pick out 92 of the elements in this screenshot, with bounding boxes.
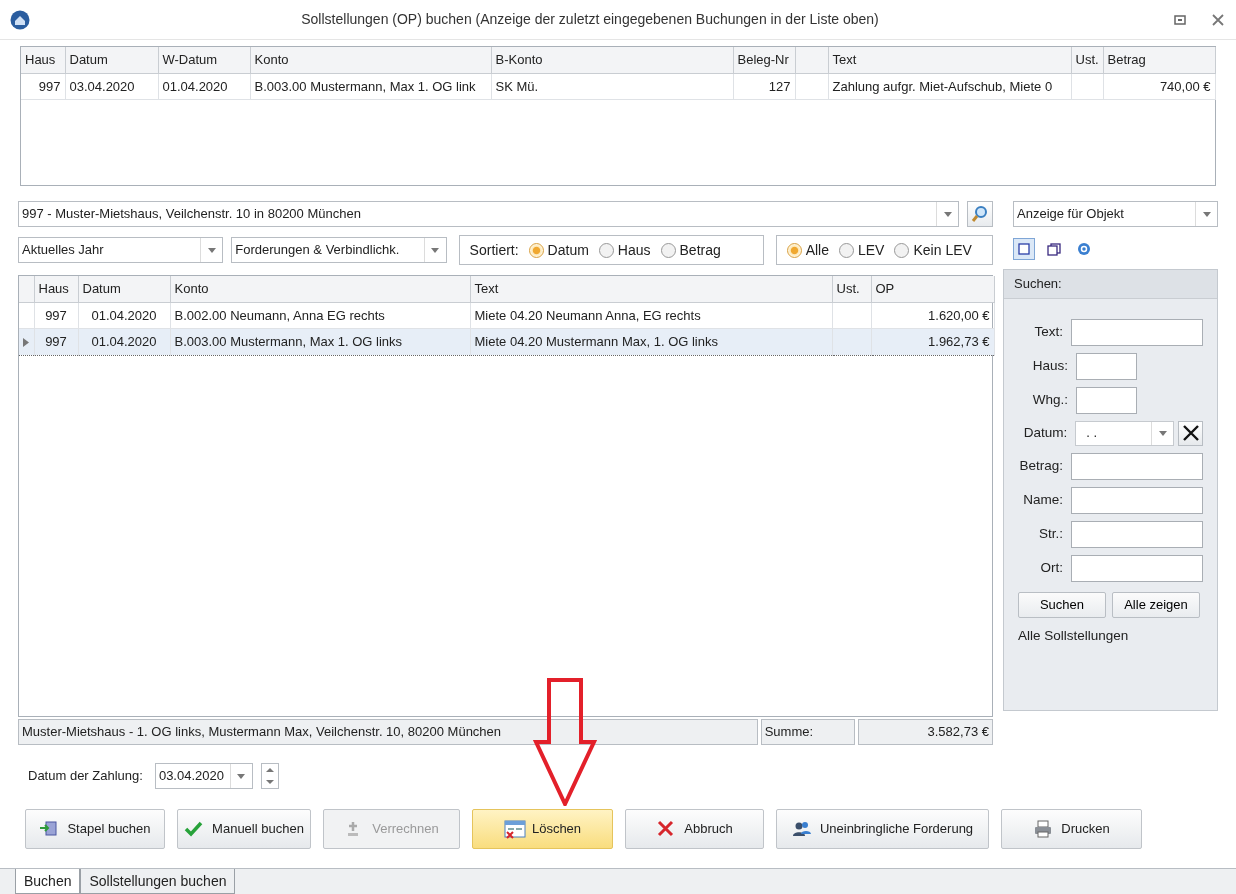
date-field[interactable]: . . <box>1075 420 1175 446</box>
type-select[interactable]: Forderungen & Verbindlichk. <box>231 237 447 263</box>
payment-date-field[interactable]: 03.04.2020 <box>154 763 253 789</box>
column-header[interactable]: Text <box>828 47 1071 73</box>
single-view-icon[interactable] <box>1013 238 1035 260</box>
table-row[interactable]: 997 01.04.2020 B.002.00 Neumann, Anna EG rechts Miete 04.20 Neumann Anna, EG rechts 1.620,00 € <box>19 302 994 329</box>
column-header[interactable]: Text <box>470 276 832 302</box>
field-label: Str.: <box>1038 524 1063 543</box>
column-header[interactable]: Ust. <box>1071 47 1103 73</box>
result-label: Alle Sollstellungen <box>1017 626 1130 645</box>
column-header[interactable]: Datum <box>65 47 158 73</box>
table-cell: Zahlung aufgr. Miet-Aufschub, Miete 0 <box>828 73 1071 100</box>
field-label: Whg.: <box>1031 390 1068 409</box>
column-header[interactable]: Konto <box>170 276 470 302</box>
search-icon <box>971 205 989 223</box>
input-field[interactable] <box>1071 520 1203 548</box>
table-cell: 1.962,73 € <box>871 328 994 355</box>
input-field[interactable] <box>1076 352 1137 380</box>
column-header[interactable]: Haus <box>34 276 78 302</box>
payment-date-label: Datum der Zahlung: <box>28 767 143 786</box>
address-status: Muster-Mietshaus - 1. OG links, Mustermann Max, Veilchenstr. 10, 80200 München <box>18 719 758 745</box>
search-panel-button[interactable]: Alle zeigen <box>1112 591 1200 618</box>
table-cell: Miete 04.20 Neumann Anna, EG rechts <box>470 302 832 329</box>
bottom-tab[interactable]: Sollstellungen buchen <box>80 869 236 894</box>
radio-option[interactable]: Datum <box>528 239 589 261</box>
radio-option[interactable]: Haus <box>598 239 651 261</box>
field-label: Datum: <box>1022 423 1068 442</box>
table-cell: 127 <box>733 73 795 100</box>
table-cell: B.002.00 Neumann, Anna EG rechts <box>170 302 470 329</box>
table-cell: B.003.00 Mustermann, Max 1. OG links <box>170 328 470 355</box>
table-cell: B.003.00 Mustermann, Max 1. OG link <box>250 73 491 100</box>
table-cell: 01.04.2020 <box>158 73 250 100</box>
field-label: Ort: <box>1039 558 1063 577</box>
field-label: Betrag: <box>1018 456 1063 475</box>
field-label: Haus: <box>1031 356 1068 375</box>
sum-label: Summe: <box>760 719 856 745</box>
search-panel-button[interactable]: Suchen <box>1018 591 1106 618</box>
input-field[interactable] <box>1071 452 1203 480</box>
checkmark-icon <box>184 819 205 839</box>
table-cell: 01.04.2020 <box>78 302 170 329</box>
sum-value: 3.582,73 € <box>858 719 993 745</box>
column-header[interactable]: Haus <box>21 47 65 73</box>
column-header[interactable]: Konto <box>250 47 491 73</box>
table-cell: 03.04.2020 <box>65 73 158 100</box>
table-cell: Miete 04.20 Mustermann Max, 1. OG links <box>470 328 832 355</box>
action-button[interactable]: Löschen <box>472 809 613 849</box>
table-cell: SK Mü. <box>491 73 733 100</box>
table-row[interactable]: 997 01.04.2020 B.003.00 Mustermann, Max 1. OG links Miete 04.20 Mustermann Max, 1. OG links 1.962,73 € <box>19 328 994 355</box>
display-select[interactable]: Anzeige für Objekt <box>1013 201 1218 227</box>
table-cell: 997 <box>21 73 65 100</box>
column-header[interactable]: W-Datum <box>158 47 250 73</box>
row-indicator-icon <box>23 338 29 348</box>
column-header[interactable]: Beleg-Nr <box>733 47 795 73</box>
close-icon[interactable] <box>1210 11 1226 28</box>
radio-option[interactable]: Kein LEV <box>894 239 972 261</box>
sort-label: Sortiert: <box>469 240 519 260</box>
input-field[interactable] <box>1071 554 1203 582</box>
clear-date-button[interactable] <box>1178 420 1203 446</box>
search-panel-title: Suchen: <box>1004 270 1217 299</box>
radio-option[interactable]: LEV <box>839 239 885 261</box>
input-field[interactable] <box>1071 486 1203 514</box>
table-cell: 997 <box>34 302 78 329</box>
input-field[interactable] <box>1071 318 1203 346</box>
search-button[interactable] <box>967 201 993 227</box>
bottom-tab[interactable]: Buchen <box>15 869 81 894</box>
action-button[interactable]: Abbruch <box>625 809 764 849</box>
printer-icon <box>1033 819 1054 839</box>
radio-option[interactable]: Betrag <box>660 239 721 261</box>
column-header[interactable]: Ust. <box>832 276 871 302</box>
input-field[interactable] <box>1076 386 1137 414</box>
field-label: Text: <box>1033 322 1063 341</box>
action-button[interactable]: Drucken <box>1001 809 1142 849</box>
radio-option[interactable]: Alle <box>786 239 829 261</box>
app-logo-icon <box>10 9 30 30</box>
property-select[interactable]: 997 - Muster-Mietshaus, Veilchenstr. 10 in 80200 München <box>18 201 959 227</box>
table-cell: 1.620,00 € <box>871 302 994 329</box>
field-label: Name: <box>1022 490 1063 509</box>
batch-icon <box>39 819 60 839</box>
date-spinner[interactable] <box>260 763 279 789</box>
action-button[interactable]: Manuell buchen <box>177 809 311 849</box>
period-select[interactable]: Aktuelles Jahr <box>18 237 224 263</box>
column-header[interactable]: B-Konto <box>491 47 733 73</box>
table-cell: 01.04.2020 <box>78 328 170 355</box>
table-cell: 740,00 € <box>1103 73 1215 100</box>
action-button[interactable]: Stapel buchen <box>25 809 165 849</box>
column-header[interactable]: Betrag <box>1103 47 1215 73</box>
action-button[interactable]: Uneinbringliche Forderung <box>776 809 989 849</box>
people-icon <box>791 819 812 839</box>
column-header[interactable]: Datum <box>78 276 170 302</box>
column-header[interactable]: OP <box>871 276 994 302</box>
window-title: Sollstellungen (OP) buchen (Anzeige der zuletzt eingegebenen Buchungen in der Liste oben) <box>300 10 880 29</box>
delete-form-icon <box>503 819 524 839</box>
